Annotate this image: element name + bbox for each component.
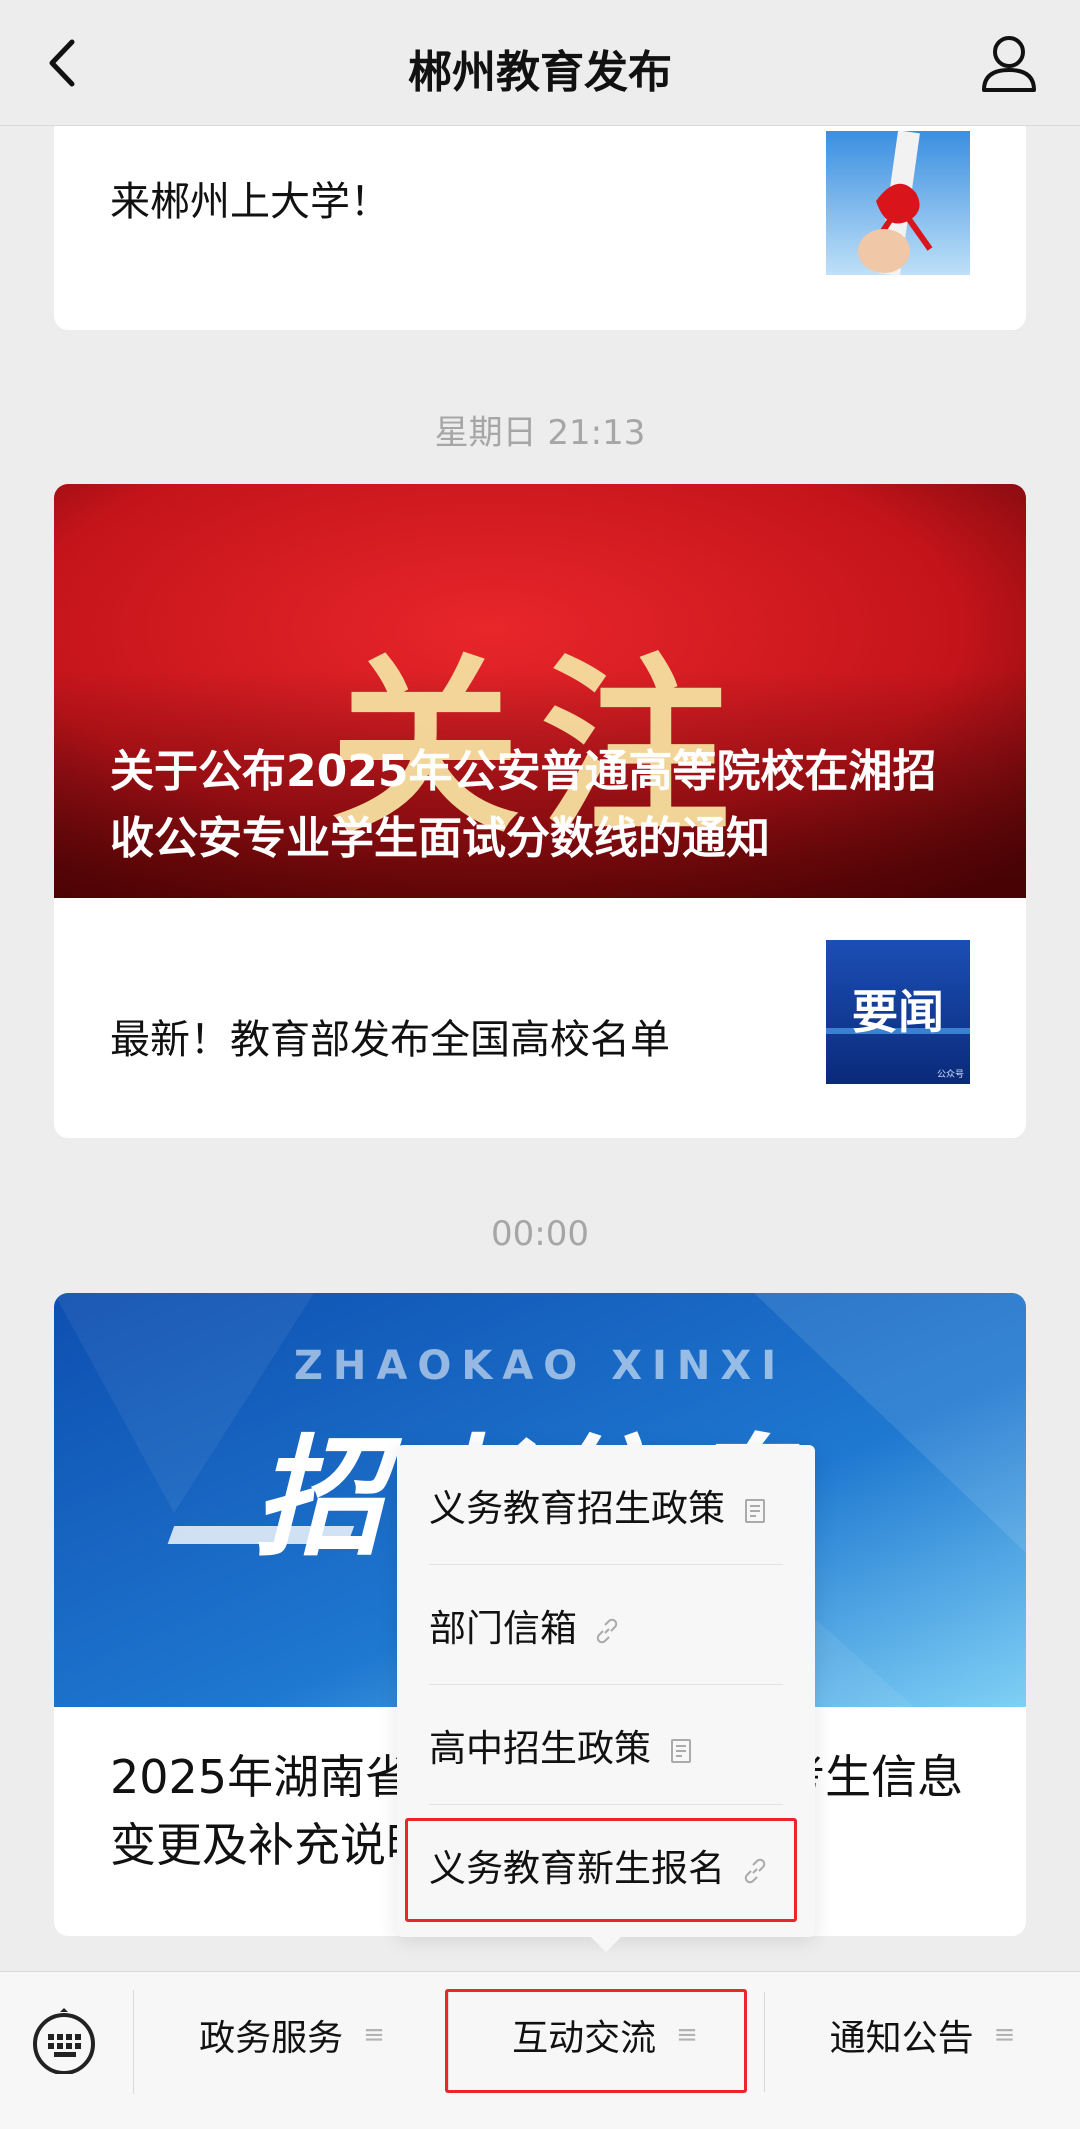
menu-lines-icon: ≡	[363, 2020, 385, 2050]
thumbnail-watermark: 公众号	[936, 1070, 964, 1080]
menu-item-high-school-policy[interactable]: 高中招生政策	[429, 1685, 783, 1805]
menu-item-label: 义务教育招生政策	[429, 1486, 725, 1530]
profile-icon[interactable]	[974, 28, 1044, 98]
navigation-bar: 郴州教育发布	[0, 0, 1080, 126]
menu-tab-government-services[interactable]: 政务服务 ≡	[136, 1972, 448, 2098]
timestamp: 星期日 21:13	[434, 413, 646, 453]
menu-item-department-mailbox[interactable]: 部门信箱	[429, 1565, 783, 1685]
menu-item-label: 高中招生政策	[429, 1726, 651, 1770]
highlight-box	[445, 1989, 747, 2093]
article-icon	[741, 1491, 769, 1523]
article-card[interactable]: 来郴州上大学！	[54, 126, 1026, 330]
article-title: 来郴州上大学！	[110, 179, 390, 225]
cover-title: 关于公布2025年公安普通高等院校在湘招收公安专业学生面试分数线的通知	[110, 746, 937, 864]
menu-item-label: 部门信箱	[429, 1606, 577, 1650]
banner-english: ZHAOKAO XINXI	[293, 1343, 787, 1389]
article-title[interactable]: 最新！教育部发布全国高校名单	[110, 1016, 670, 1064]
page-title: 郴州教育发布	[408, 47, 672, 98]
keyboard-icon[interactable]	[30, 2006, 98, 2075]
article-thumbnail	[826, 131, 970, 275]
link-icon	[593, 1611, 621, 1643]
thumbnail-label: 要闻	[852, 985, 944, 1039]
timestamp: 00:00	[491, 1214, 589, 1254]
article-group-card: 关注 关于公布2025年公安普通高等院校在湘招收公安专业学生面试分数线的通知 最…	[54, 484, 1026, 1138]
menu-tab-label: 通知公告	[829, 2018, 974, 2059]
menu-tab-announcements[interactable]: 通知公告 ≡	[765, 1972, 1080, 2098]
menu-lines-icon: ≡	[993, 2020, 1016, 2050]
divider	[133, 1990, 134, 2094]
popup-arrow	[590, 1936, 622, 1952]
menu-tab-label: 政务服务	[199, 2018, 344, 2059]
highlight-box	[405, 1818, 797, 1922]
article-thumbnail: 要闻 公众号	[826, 940, 970, 1084]
article-icon	[667, 1731, 695, 1763]
menu-item-compulsory-education-policy[interactable]: 义务教育招生政策	[429, 1445, 783, 1565]
cover-article[interactable]: 关注 关于公布2025年公安普通高等院校在湘招收公安专业学生面试分数线的通知	[54, 484, 1026, 898]
